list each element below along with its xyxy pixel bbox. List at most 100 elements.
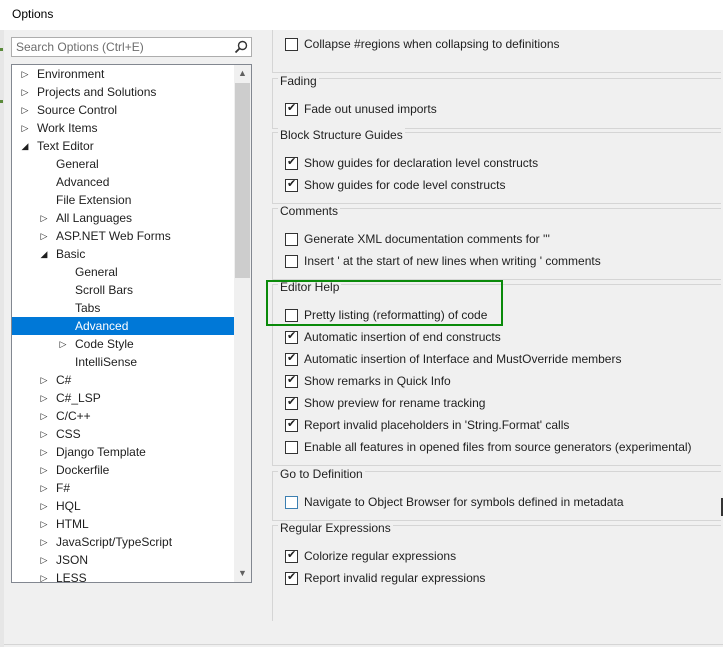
tree-item[interactable]: ▷ Source Control — [12, 101, 234, 119]
option-label: Insert ' at the start of new lines when … — [304, 254, 601, 268]
options-tree[interactable]: ▲ ▼ ▷ Environment ▷ Projects and Solutions ▷… — [11, 64, 252, 583]
scroll-down-icon[interactable]: ▼ — [234, 565, 251, 582]
tree-item[interactable]: ▷ LESS — [12, 569, 234, 582]
tree-item[interactable]: Advanced — [12, 173, 234, 191]
tree-item[interactable]: ▷ JSON — [12, 551, 234, 569]
checkbox[interactable] — [285, 441, 298, 454]
tree-item[interactable]: ▷ All Languages — [12, 209, 234, 227]
tree-item[interactable]: ▷ C# — [12, 371, 234, 389]
collapse-arrow-icon[interactable]: ◢ — [20, 137, 30, 155]
expand-arrow-icon[interactable]: ▷ — [39, 425, 49, 443]
checkbox[interactable]: ✔ — [285, 548, 298, 563]
expand-arrow-icon[interactable]: ▷ — [39, 371, 49, 389]
expand-arrow-icon[interactable]: ▷ — [39, 443, 49, 461]
checkbox[interactable]: ✔ — [285, 417, 298, 432]
option-label: Automatic insertion of end constructs — [304, 330, 501, 344]
search-box[interactable] — [11, 37, 252, 57]
checkbox[interactable] — [285, 496, 298, 509]
expand-arrow-icon[interactable]: ▷ — [39, 407, 49, 425]
checkbox[interactable]: ✔ — [285, 395, 298, 410]
expand-arrow-icon[interactable]: ▷ — [39, 497, 49, 515]
expand-arrow-icon[interactable]: ▷ — [20, 83, 30, 101]
tree-item[interactable]: IntelliSense — [12, 353, 234, 371]
option-label: Show preview for rename tracking — [304, 396, 486, 410]
tree-item[interactable]: ▷ F# — [12, 479, 234, 497]
checkmark-icon: ✔ — [287, 373, 297, 386]
checkbox[interactable]: ✔ — [285, 101, 298, 116]
tree-item-label: All Languages — [56, 211, 133, 225]
tree-item-label: F# — [56, 481, 71, 495]
option-label: Generate XML documentation comments for … — [304, 232, 550, 246]
search-icon[interactable] — [234, 40, 248, 54]
checkbox[interactable]: ✔ — [285, 373, 298, 388]
background-edge — [0, 30, 4, 647]
expand-arrow-icon[interactable]: ▷ — [39, 551, 49, 569]
search-input[interactable] — [12, 38, 236, 56]
checkbox[interactable] — [285, 255, 298, 268]
tree-item[interactable]: ▷ HQL — [12, 497, 234, 515]
expand-arrow-icon[interactable]: ▷ — [39, 515, 49, 533]
tree-item[interactable]: ◢ Text Editor — [12, 137, 234, 155]
tree-item[interactable]: ▷ Code Style — [12, 335, 234, 353]
tree-item[interactable]: ▷ CSS — [12, 425, 234, 443]
tree-item-label: CSS — [56, 427, 81, 441]
tree-item[interactable]: ▷ HTML — [12, 515, 234, 533]
tree-item[interactable]: ▷ C/C++ — [12, 407, 234, 425]
checkbox[interactable]: ✔ — [285, 329, 298, 344]
checkbox[interactable]: ✔ — [285, 351, 298, 366]
checkbox[interactable]: ✔ — [285, 155, 298, 170]
expand-arrow-icon[interactable]: ▷ — [39, 389, 49, 407]
tree-item[interactable]: ▷ Work Items — [12, 119, 234, 137]
expand-arrow-icon[interactable]: ▷ — [39, 533, 49, 551]
tree-item-label: JSON — [56, 553, 89, 567]
tree-item[interactable]: ▷ Projects and Solutions — [12, 83, 234, 101]
tree-item[interactable]: General — [12, 155, 234, 173]
expand-arrow-icon[interactable]: ▷ — [39, 569, 49, 582]
option-label: Show guides for code level constructs — [304, 178, 506, 192]
option-label: Collapse #regions when collapsing to def… — [304, 37, 560, 51]
tree-item-label: HTML — [56, 517, 89, 531]
option-label: Automatic insertion of Interface and Mus… — [304, 352, 622, 366]
tree-item-label: HQL — [56, 499, 81, 513]
tree-item[interactable]: ▷ Environment — [12, 65, 234, 83]
group-title: Go to Definition — [278, 467, 365, 481]
scroll-up-icon[interactable]: ▲ — [234, 65, 251, 82]
group-title: Block Structure Guides — [278, 128, 405, 142]
tree-item-label: JavaScript/TypeScript — [56, 535, 173, 549]
expand-arrow-icon[interactable]: ▷ — [39, 479, 49, 497]
expand-arrow-icon[interactable]: ▷ — [20, 65, 30, 83]
expand-arrow-icon[interactable]: ▷ — [58, 335, 68, 353]
tree-item-label: ASP.NET Web Forms — [56, 229, 171, 243]
checkmark-icon: ✔ — [287, 351, 297, 364]
checkmark-icon: ✔ — [287, 101, 297, 114]
window-title: Options — [12, 7, 54, 21]
expand-arrow-icon[interactable]: ▷ — [20, 119, 30, 137]
tree-scrollbar[interactable]: ▲ ▼ — [234, 65, 251, 582]
tree-item[interactable]: ▷ C#_LSP — [12, 389, 234, 407]
tree-item[interactable]: ▷ Dockerfile — [12, 461, 234, 479]
expand-arrow-icon[interactable]: ▷ — [39, 461, 49, 479]
option-label: Colorize regular expressions — [304, 549, 457, 563]
tree-item[interactable]: Tabs — [12, 299, 234, 317]
tree-item[interactable]: Advanced — [12, 317, 234, 335]
tree-item[interactable]: Scroll Bars — [12, 281, 234, 299]
checkmark-icon: ✔ — [287, 155, 297, 168]
checkbox[interactable] — [285, 38, 298, 51]
tree-item[interactable]: ◢ Basic — [12, 245, 234, 263]
checkmark-icon: ✔ — [287, 570, 297, 583]
scrollbar-thumb[interactable] — [235, 83, 250, 278]
tree-item[interactable]: ▷ ASP.NET Web Forms — [12, 227, 234, 245]
checkmark-icon: ✔ — [287, 417, 297, 430]
expand-arrow-icon[interactable]: ▷ — [39, 209, 49, 227]
checkbox[interactable]: ✔ — [285, 570, 298, 585]
tree-item[interactable]: ▷ Django Template — [12, 443, 234, 461]
checkbox[interactable]: ✔ — [285, 177, 298, 192]
tree-item-label: Django Template — [56, 445, 146, 459]
expand-arrow-icon[interactable]: ▷ — [20, 101, 30, 119]
collapse-arrow-icon[interactable]: ◢ — [39, 245, 49, 263]
tree-item[interactable]: ▷ JavaScript/TypeScript — [12, 533, 234, 551]
expand-arrow-icon[interactable]: ▷ — [39, 227, 49, 245]
tree-item[interactable]: File Extension — [12, 191, 234, 209]
checkbox[interactable] — [285, 233, 298, 246]
tree-item[interactable]: General — [12, 263, 234, 281]
